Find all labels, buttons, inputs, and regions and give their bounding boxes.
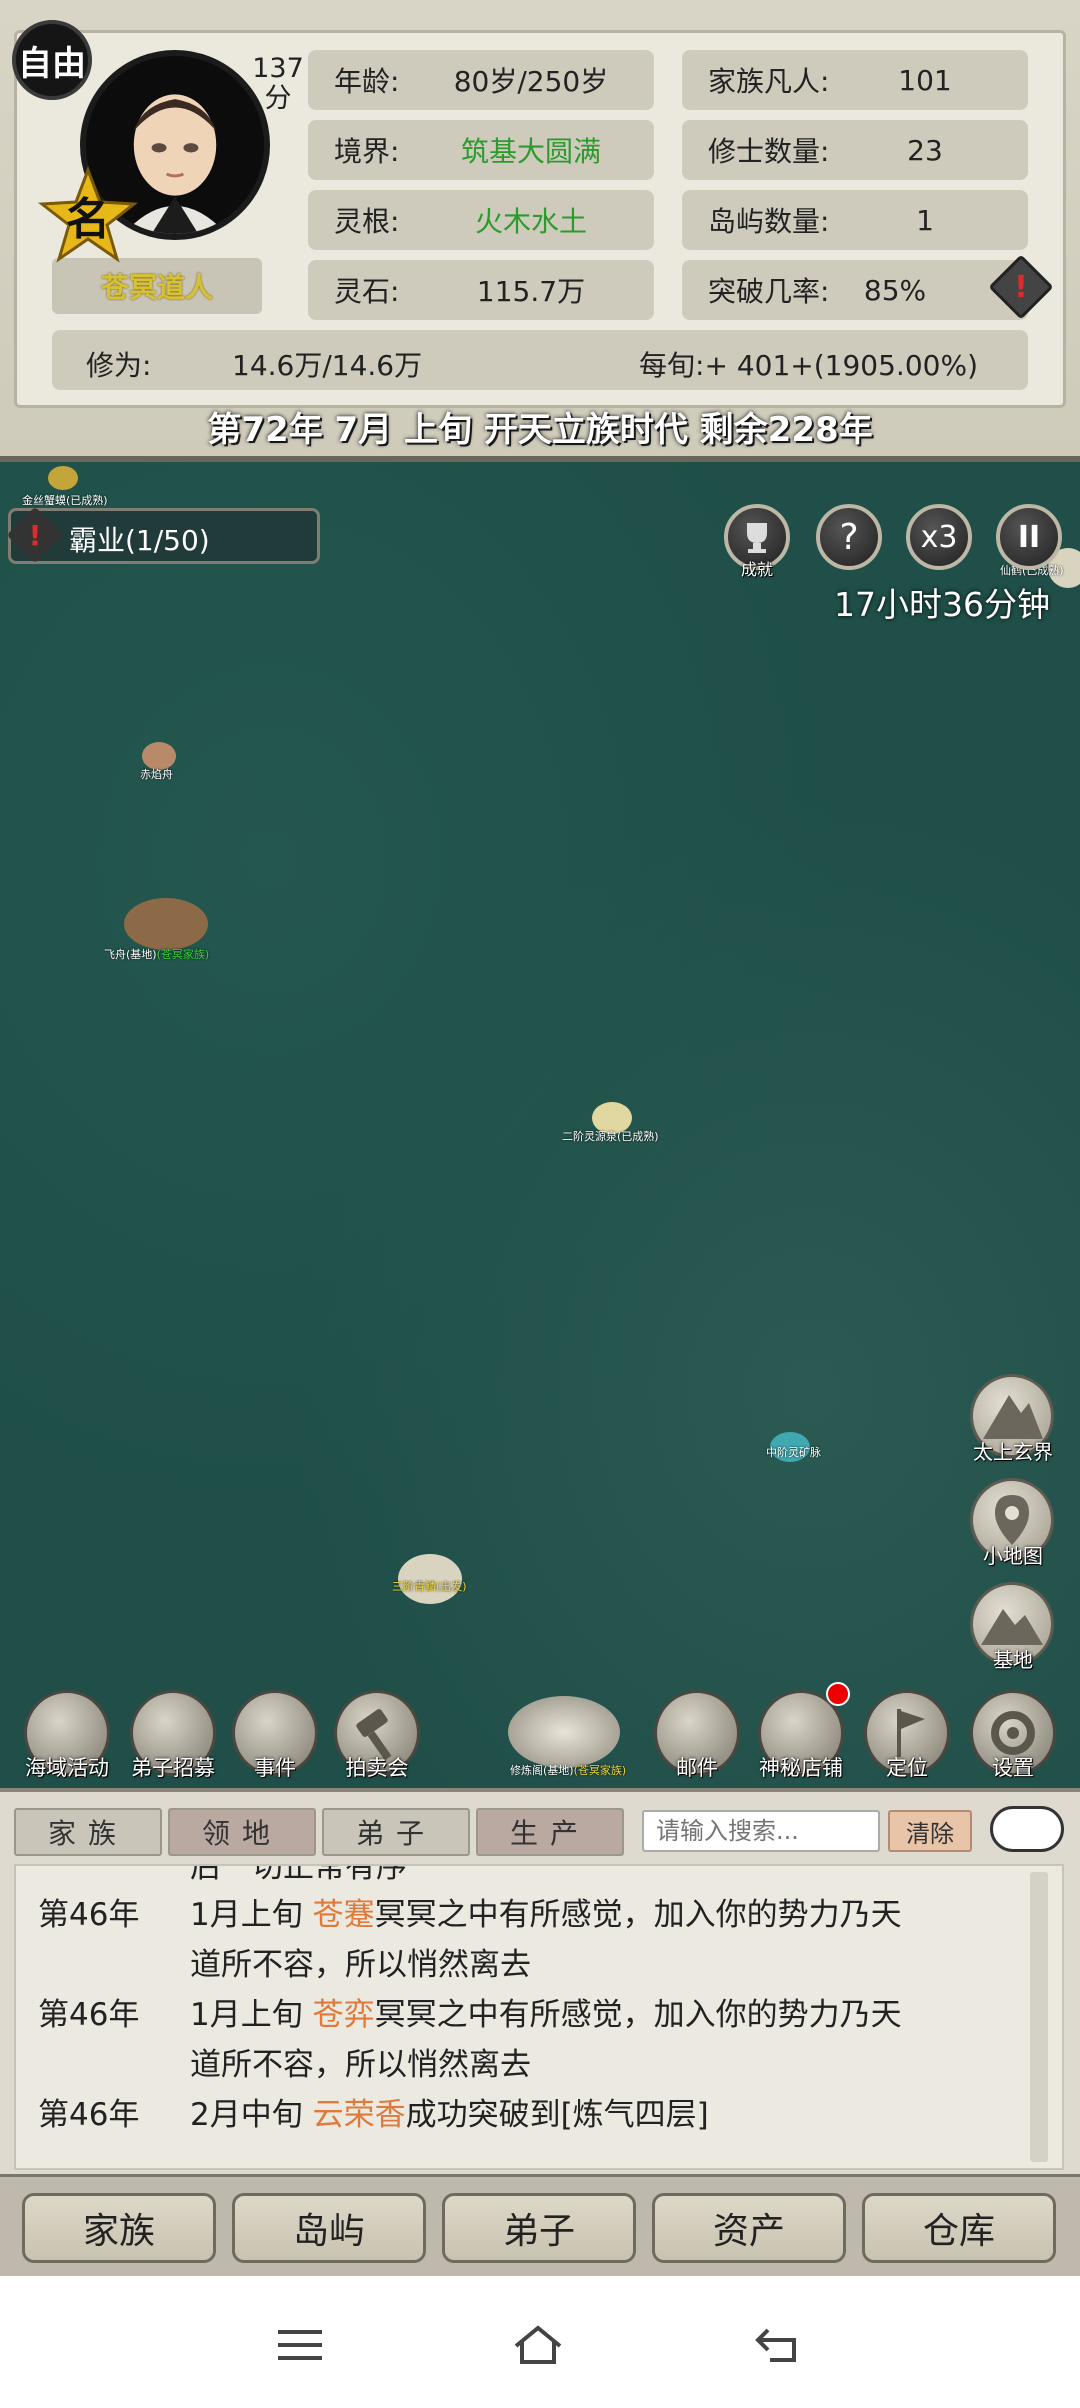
cultivation-value: 14.6万/14.6万 [232, 349, 423, 382]
svg-text:名: 名 [66, 194, 110, 245]
achievements-label: 成就 [740, 560, 773, 579]
speed-button[interactable]: x3 [906, 504, 972, 570]
home-island-label: 修炼阁(基地)(苍冥家族) [510, 1764, 627, 1777]
stat-islands: 岛屿数量: 1 [682, 190, 1028, 250]
back-icon[interactable] [750, 2322, 810, 2368]
spirit-vein-label: 中阶灵矿脉 [766, 1446, 821, 1459]
stat-realm-label: 境界: [334, 135, 400, 168]
stat-breakthrough-label: 突破几率: [708, 275, 830, 308]
home-icon[interactable] [508, 2322, 568, 2368]
bottom-nav: 家族 岛屿 弟子 资产 仓库 [0, 2174, 1080, 2276]
gold-beast-label: 金丝蟹蟆(已成熟) [22, 494, 108, 507]
stat-islands-label: 岛屿数量: [708, 205, 830, 238]
stat-spirit-stones-value: 115.7万 [476, 275, 586, 308]
ship-label-1: 赤焰舟 [140, 768, 173, 781]
trophy-icon [747, 523, 767, 553]
log-scrollbar[interactable] [1030, 1872, 1048, 2162]
stat-realm-value: 筑基大圆满 [460, 135, 601, 168]
flying-boat-marker[interactable] [124, 898, 208, 950]
tab-disciples[interactable]: 弟子 [322, 1808, 470, 1856]
countdown-timer: 17小时36分钟 [834, 585, 1050, 624]
hegemony-quest[interactable]: ! 霸业(1/50) [6, 506, 320, 564]
status-panel: 自由 名 137 分 苍冥道人 年龄: 80岁/250岁 家族凡人: 101 境… [0, 0, 1080, 462]
stat-spirit-stones-label: 灵石: [334, 275, 400, 308]
stat-cultivators-value: 23 [907, 133, 943, 167]
notification-dot [826, 1682, 850, 1706]
game-date: 第72年 7月 上旬 开天立族时代 剩余228年 [207, 410, 873, 450]
nav-warehouse-button[interactable]: 仓库 [862, 2193, 1056, 2263]
tab-family[interactable]: 家族 [14, 1808, 162, 1856]
stat-spirit-root-label: 灵根: [334, 205, 400, 238]
taishang-realm-label: 太上玄界 [973, 1440, 1053, 1464]
cultivation-label: 修为: [86, 349, 152, 382]
player-score: 137 分 [252, 53, 304, 114]
nav-assets-button[interactable]: 资产 [652, 2193, 846, 2263]
nav-family-button[interactable]: 家族 [22, 2193, 216, 2263]
stat-spirit-stones: 灵石: 115.7万 [308, 260, 654, 320]
stat-mortals-label: 家族凡人: [708, 65, 830, 98]
player-name[interactable]: 苍冥道人 [52, 258, 262, 314]
stat-breakthrough-value: 85% [863, 273, 927, 307]
clear-button[interactable]: 清除 [888, 1810, 972, 1852]
settings-label: 设置 [992, 1756, 1034, 1780]
help-button[interactable]: ? [816, 504, 882, 570]
tab-production[interactable]: 生产 [476, 1808, 624, 1856]
gold-beast-marker[interactable] [48, 466, 78, 490]
home-island-marker[interactable] [508, 1696, 620, 1768]
help-icon: ? [839, 516, 859, 558]
pause-icon: II [1017, 519, 1041, 555]
stat-islands-value: 1 [916, 203, 934, 237]
nav-islands-button[interactable]: 岛屿 [232, 2193, 426, 2263]
stat-breakthrough: 突破几率: 85% [682, 260, 1028, 320]
log-panel: 家族 领地 弟子 生产 清除 后一切正常有序 第46年 1月上旬 苍蹇冥冥之中有… [0, 1788, 1080, 2174]
stat-cultivators-label: 修士数量: [708, 135, 830, 168]
stat-mortals-value: 101 [898, 63, 952, 97]
base-label: 基地 [993, 1648, 1033, 1672]
rank-star-icon: 名 [38, 166, 138, 263]
tab-territory[interactable]: 领地 [168, 1808, 316, 1856]
stat-mortals: 家族凡人: 101 [682, 50, 1028, 110]
minimap-label: 小地图 [983, 1544, 1043, 1568]
menu-icon[interactable] [270, 2322, 330, 2368]
free-mode-badge[interactable]: 自由 [12, 20, 92, 100]
log-list[interactable]: 后一切正常有序 第46年 1月上旬 苍蹇冥冥之中有所感觉，加入你的势力乃天 道所… [14, 1864, 1064, 2170]
stat-spirit-root-value: 火木水土 [474, 205, 587, 238]
creature-label: 三阶青鳞(出发) [392, 1580, 467, 1593]
per-period-gain: 每旬:+ 401+(1905.00%) [639, 349, 978, 382]
system-nav-bar [0, 2276, 1080, 2408]
quest-alert-icon: ! [6, 506, 64, 564]
stat-cultivators: 修士数量: 23 [682, 120, 1028, 180]
stat-age-value: 80岁/250岁 [453, 65, 609, 98]
stat-age: 年龄: 80岁/250岁 [308, 50, 654, 110]
stat-age-label: 年龄: [334, 65, 400, 98]
sea-map[interactable] [0, 462, 1080, 1788]
flying-boat-label: 飞舟(基地)(苍冥家族) [104, 948, 210, 961]
pause-button[interactable]: II [996, 504, 1062, 570]
cultivation-bar: 修为: 14.6万/14.6万 每旬:+ 401+(1905.00%) [52, 330, 1028, 390]
quest-label: 霸业(1/50) [69, 524, 210, 557]
stat-realm: 境界: 筑基大圆满 [308, 120, 654, 180]
auction-label: 拍卖会 [345, 1756, 409, 1780]
spirit-spring-label: 二阶灵源泉(已成熟) [562, 1130, 659, 1143]
chat-bubble-icon[interactable] [990, 1806, 1064, 1852]
log-search-input[interactable] [642, 1810, 880, 1852]
nav-disciples-button[interactable]: 弟子 [442, 2193, 636, 2263]
speed-icon: x3 [920, 519, 958, 555]
stat-spirit-root: 灵根: 火木水土 [308, 190, 654, 250]
